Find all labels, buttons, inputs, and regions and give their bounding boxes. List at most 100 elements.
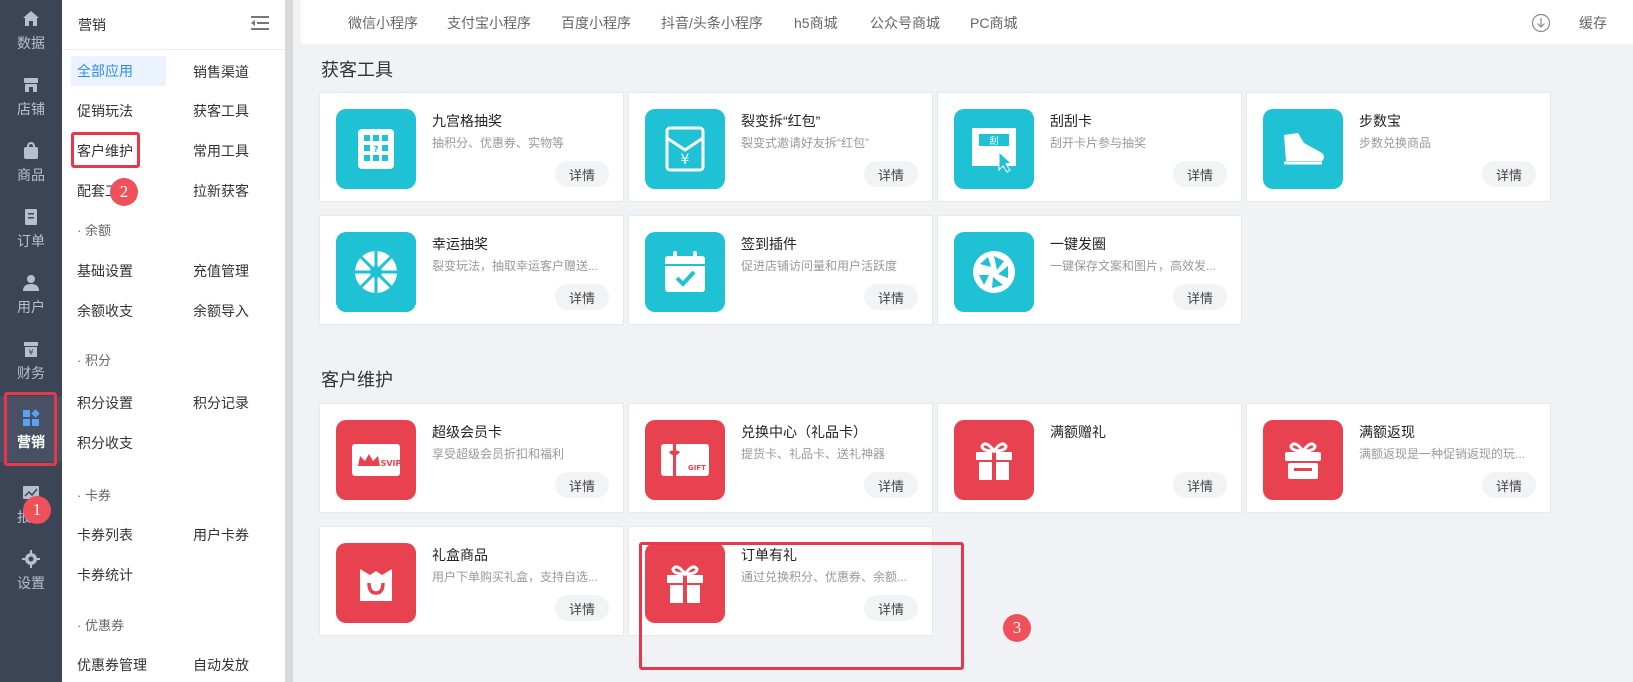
app-card-full-gift[interactable]: 满额赠礼 详情: [937, 403, 1242, 513]
card-title: 一键发圈: [1050, 236, 1106, 252]
rail-item-users[interactable]: 用户: [0, 264, 62, 324]
rail-item-settings[interactable]: 设置: [0, 540, 62, 600]
details-button[interactable]: 详情: [1482, 161, 1536, 187]
details-button[interactable]: 详情: [1173, 284, 1227, 310]
details-button[interactable]: 详情: [555, 161, 609, 187]
rail-label: 用户: [17, 298, 45, 315]
download-icon[interactable]: [1531, 13, 1551, 38]
app-card-full-cashback[interactable]: 满额返现 满额返现是一种促销返现的玩... 详情: [1246, 403, 1551, 513]
rail-item-store[interactable]: 店铺: [0, 66, 62, 126]
menu-item-all-apps[interactable]: 全部应用: [71, 56, 166, 86]
svg-text:GIFT: GIFT: [688, 464, 706, 472]
card-desc: 裂变式邀请好友拆“红包”: [741, 136, 869, 150]
details-button[interactable]: 详情: [864, 284, 918, 310]
rail-label: 店铺: [17, 100, 45, 117]
card-title: 九宫格抽奖: [432, 113, 502, 129]
tab-alipay-mini[interactable]: 支付宝小程序: [447, 13, 531, 33]
menu-item-points-settings[interactable]: 积分设置: [77, 393, 133, 413]
tab-baidu-mini[interactable]: 百度小程序: [561, 13, 631, 33]
gift-box-open-icon: [1263, 420, 1343, 500]
rail-item-goods[interactable]: 商品: [0, 132, 62, 192]
menu-item-balance-flow[interactable]: 余额收支: [77, 301, 133, 321]
details-button[interactable]: 详情: [555, 472, 609, 498]
app-card-super-vip[interactable]: SVIP 超级会员卡 享受超级会员折扣和福利 详情: [319, 403, 624, 513]
menu-item-user-cards[interactable]: 用户卡券: [193, 525, 249, 545]
tab-h5-mall[interactable]: h5商城: [794, 13, 838, 33]
menu-item-card-list[interactable]: 卡券列表: [77, 525, 133, 545]
tab-mp-mall[interactable]: 公众号商城: [870, 13, 940, 33]
menu-item-customer-care[interactable]: 客户维护: [77, 141, 133, 161]
card-desc: 抽积分、优惠券、实物等: [432, 136, 565, 150]
red-packet-icon: ¥: [645, 109, 725, 189]
card-title: 订单有礼: [741, 547, 797, 563]
menu-item-auto-issue[interactable]: 自动发放: [193, 655, 249, 675]
details-button[interactable]: 详情: [555, 595, 609, 621]
card-title: 幸运抽奖: [432, 236, 488, 252]
app-card-gift-box-goods[interactable]: 礼盒商品 用户下单购买礼盒，支持自选... 详情: [319, 526, 624, 636]
details-button[interactable]: 详情: [555, 284, 609, 310]
rail-item-marketing[interactable]: 营销: [0, 396, 62, 462]
step-badge-1: 1: [23, 496, 51, 524]
card-title: 礼盒商品: [432, 547, 488, 563]
svg-text:¥: ¥: [28, 348, 33, 357]
menu-item-points-flow[interactable]: 积分收支: [77, 433, 133, 453]
menu-item-points-record[interactable]: 积分记录: [193, 393, 249, 413]
app-card-red-packet[interactable]: ¥ 裂变拆“红包” 裂变式邀请好友拆“红包” 详情: [628, 92, 933, 202]
rail-label: 数据: [17, 34, 45, 51]
rail-item-orders[interactable]: 订单: [0, 198, 62, 258]
card-title: 步数宝: [1359, 113, 1401, 129]
menu-item-sales-channel[interactable]: 销售渠道: [193, 62, 249, 82]
details-button[interactable]: 详情: [864, 161, 918, 187]
app-card-checkin[interactable]: 签到插件 促进店铺访问量和用户活跃度 详情: [628, 215, 933, 325]
app-card-nine-grid[interactable]: ? 九宫格抽奖 抽积分、优惠券、实物等 详情: [319, 92, 624, 202]
svg-text:刮: 刮: [989, 135, 998, 147]
menu-item-basic-settings[interactable]: 基础设置: [77, 261, 133, 281]
menu-item-promo[interactable]: 促销玩法: [77, 101, 133, 121]
app-card-order-gift[interactable]: 订单有礼 通过兑换积分、优惠券、余额... 详情: [628, 526, 933, 636]
cache-button[interactable]: 缓存: [1579, 13, 1607, 33]
card-title: 满额赠礼: [1050, 424, 1106, 440]
menu-item-recharge[interactable]: 充值管理: [193, 261, 249, 281]
tab-douyin-mini[interactable]: 抖音/头条小程序: [661, 13, 763, 33]
card-desc: 促进店铺访问量和用户活跃度: [741, 259, 898, 273]
rail-label: 财务: [17, 364, 45, 381]
app-card-one-click-share[interactable]: 一键发圈 一键保存文案和图片，高效发... 详情: [937, 215, 1242, 325]
svg-text:?: ?: [373, 145, 378, 155]
app-card-step-treasure[interactable]: 步数宝 步数兑换商品 详情: [1246, 92, 1551, 202]
card-desc: 一键保存文案和图片，高效发...: [1050, 259, 1217, 273]
card-desc: 刮开卡片参与抽奖: [1050, 136, 1147, 150]
step-badge-3: 3: [1003, 614, 1031, 642]
menu-item-acquire[interactable]: 获客工具: [193, 101, 249, 121]
menu-section-balance: · 余额: [77, 223, 111, 238]
menu-item-balance-import[interactable]: 余额导入: [193, 301, 249, 321]
details-button[interactable]: 详情: [1482, 472, 1536, 498]
card-desc: 用户下单购买礼盒，支持自选...: [432, 570, 599, 584]
app-card-exchange-center[interactable]: GIFT 兑换中心（礼品卡） 提货卡、礼品卡、送礼神器 详情: [628, 403, 933, 513]
card-title: 超级会员卡: [432, 424, 502, 440]
menu-item-common-tools[interactable]: 常用工具: [193, 141, 249, 161]
details-button[interactable]: 详情: [864, 472, 918, 498]
details-button[interactable]: 详情: [1173, 161, 1227, 187]
app-card-scratch[interactable]: 刮 刮刮卡 刮开卡片参与抽奖 详情: [937, 92, 1242, 202]
gift-icon: [645, 543, 725, 623]
collapse-menu-icon[interactable]: [251, 15, 269, 34]
card-desc: 享受超级会员折扣和福利: [432, 447, 565, 461]
tab-wechat-mini[interactable]: 微信小程序: [348, 13, 418, 33]
rail-item-data[interactable]: 数据: [0, 0, 62, 60]
vip-card-icon: SVIP: [336, 420, 416, 500]
app-card-lucky-draw[interactable]: 幸运抽奖 裂变玩法，抽取幸运客户赠送... 详情: [319, 215, 624, 325]
step-badge-2: 2: [110, 178, 138, 206]
home-icon: [20, 8, 42, 30]
svg-text:¥: ¥: [681, 152, 690, 168]
gear-icon: [20, 548, 42, 570]
details-button[interactable]: 详情: [864, 595, 918, 621]
menu-item-new-pack[interactable]: 拉新获客: [193, 181, 249, 201]
card-desc: 通过兑换积分、优惠券、余额...: [741, 570, 908, 584]
menu-item-coupon-manage[interactable]: 优惠券管理: [77, 655, 147, 675]
submenu-header: 营销: [62, 0, 285, 50]
gift-card-icon: GIFT: [645, 420, 725, 500]
rail-item-finance[interactable]: ¥ 财务: [0, 330, 62, 390]
menu-item-card-stats[interactable]: 卡券统计: [77, 565, 133, 585]
tab-pc-mall[interactable]: PC商城: [970, 13, 1017, 33]
details-button[interactable]: 详情: [1173, 472, 1227, 498]
